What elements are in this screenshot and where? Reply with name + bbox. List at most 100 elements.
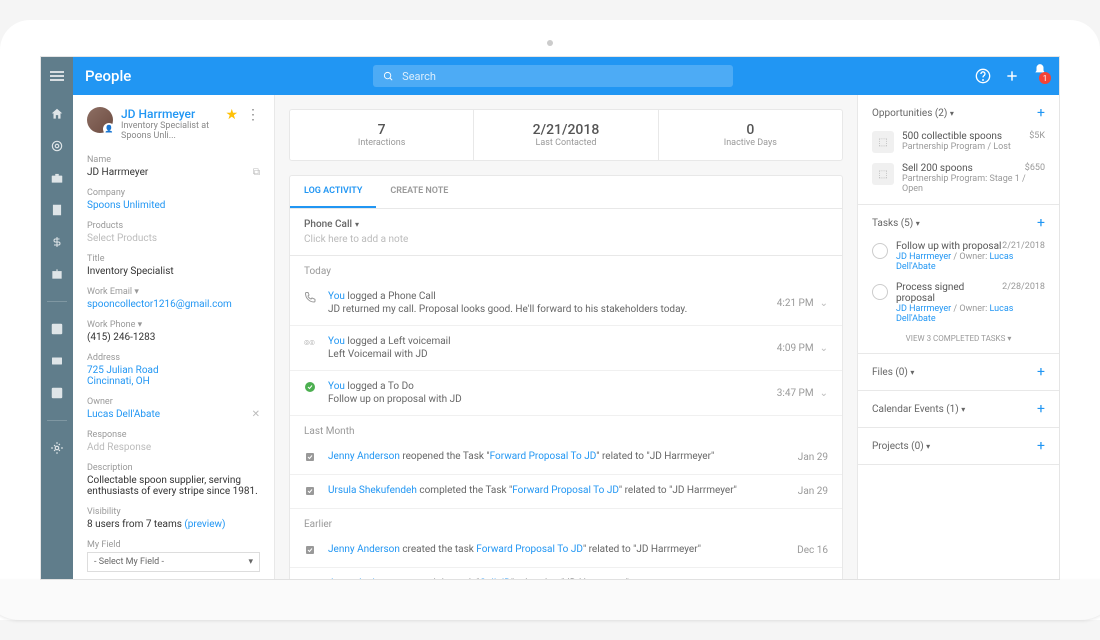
user-link[interactable]: You xyxy=(328,381,345,392)
search-input[interactable] xyxy=(402,70,723,83)
dollar-icon[interactable] xyxy=(48,233,66,251)
projects-header[interactable]: Projects (0) ▾ + xyxy=(872,438,1045,454)
chevron-down-icon[interactable]: ⌄ xyxy=(820,388,828,399)
tab-log-activity[interactable]: LOG ACTIVITY xyxy=(290,176,376,208)
target-icon[interactable] xyxy=(48,137,66,155)
log-input-area[interactable]: Phone Call ▾ Click here to add a note xyxy=(290,209,842,256)
view-completed-link[interactable]: VIEW 3 COMPLETED TASKS ▾ xyxy=(872,334,1045,343)
task-link[interactable]: Forward Proposal To JD xyxy=(476,544,583,555)
person-name[interactable]: JD Harrmeyer xyxy=(121,107,217,121)
field-label: Visibility xyxy=(87,507,260,517)
mail-icon[interactable] xyxy=(48,352,66,370)
add-event-button[interactable]: + xyxy=(1037,401,1045,417)
chevron-down-icon: ▾ xyxy=(961,405,965,414)
chevron-down-icon[interactable]: ⌄ xyxy=(820,343,828,354)
building-icon[interactable] xyxy=(48,201,66,219)
copy-icon[interactable]: ⧉ xyxy=(253,167,260,178)
close-icon[interactable]: ✕ xyxy=(252,409,260,420)
activity-type-icon xyxy=(304,291,318,315)
task-icon xyxy=(304,485,318,498)
box-icon[interactable] xyxy=(48,265,66,283)
user-link[interactable]: Jenny Anderson xyxy=(328,544,400,555)
address-link[interactable]: 725 Julian Road xyxy=(87,365,260,376)
task-link[interactable]: Forward Proposal To JD xyxy=(490,451,597,462)
task-title[interactable]: Follow up with proposal xyxy=(896,241,1001,252)
task-date: 2/21/2018 xyxy=(1002,241,1045,251)
preview-link[interactable]: (preview) xyxy=(184,519,225,530)
task-person-link[interactable]: JD Harrmeyer xyxy=(896,252,951,262)
chevron-down-icon[interactable]: ⌄ xyxy=(820,298,828,309)
task-checkbox[interactable] xyxy=(872,284,888,300)
user-link[interactable]: Ursula Shekufendeh xyxy=(328,485,417,496)
address-link[interactable]: Cincinnati, OH xyxy=(87,376,260,387)
visibility-field: 8 users from 7 teams (preview) xyxy=(87,519,260,530)
task-person-link[interactable]: JD Harrmeyer xyxy=(896,304,951,314)
search-box[interactable] xyxy=(373,65,733,87)
products-field[interactable]: Select Products xyxy=(87,233,260,244)
avatar[interactable]: 👤 xyxy=(87,107,113,133)
myfield-select[interactable]: - Select My Field -▾ xyxy=(87,552,260,572)
owner-link[interactable]: Lucas Dell'Abate xyxy=(87,409,160,420)
opportunity-sub: Partnership Program / Lost xyxy=(902,142,1045,152)
field-label: Products xyxy=(87,221,260,231)
chevron-down-icon[interactable]: ▾ xyxy=(138,320,143,330)
chart-icon[interactable] xyxy=(48,384,66,402)
user-link[interactable]: Jenny Anderson xyxy=(328,451,400,462)
contact-details-panel: 👤 JD Harrmeyer Inventory Specialist at S… xyxy=(73,95,275,579)
person-subtitle: Inventory Specialist at Spoons Unli... xyxy=(121,121,217,141)
tab-create-note[interactable]: CREATE NOTE xyxy=(376,176,462,208)
chevron-down-icon: ▾ xyxy=(950,109,954,118)
sidebar-divider xyxy=(47,301,67,302)
add-icon[interactable] xyxy=(1005,69,1019,83)
add-project-button[interactable]: + xyxy=(1037,438,1045,454)
chevron-down-icon[interactable]: ▾ xyxy=(134,287,139,297)
task-link[interactable]: Forward Proposal To JD xyxy=(512,485,619,496)
notification-badge: 1 xyxy=(1039,72,1051,84)
description-field[interactable]: Collectable spoon supplier, serving enth… xyxy=(87,475,260,497)
calendar-header[interactable]: Calendar Events (1) ▾ + xyxy=(872,401,1045,417)
name-field[interactable]: JD Harrmeyer xyxy=(87,167,148,178)
activity-time: 4:09 PM xyxy=(777,343,814,354)
field-label: Company xyxy=(87,188,260,198)
activity-description: Left Voicemail with JD xyxy=(328,349,767,360)
files-header[interactable]: Files (0) ▾ + xyxy=(872,364,1045,380)
add-task-button[interactable]: + xyxy=(1037,215,1045,231)
timeline-item: You logged a To DoFollow up on proposal … xyxy=(290,371,842,416)
email-link[interactable]: spooncollector1216@gmail.com xyxy=(87,299,260,310)
opportunity-item[interactable]: ⬚500 collectible spoons$5KPartnership Pr… xyxy=(872,131,1045,153)
phone-field[interactable]: (415) 246-1283 xyxy=(87,332,260,343)
tasks-header[interactable]: Tasks (5) ▾ + xyxy=(872,215,1045,231)
laptop-base xyxy=(0,580,1100,620)
user-link[interactable]: You xyxy=(328,291,345,302)
task-icon xyxy=(304,451,318,464)
gear-icon[interactable] xyxy=(48,439,66,457)
chevron-down-icon: ▾ xyxy=(248,557,253,567)
title-field[interactable]: Inventory Specialist xyxy=(87,266,260,277)
company-link[interactable]: Spoons Unlimited xyxy=(87,200,260,211)
briefcase-icon[interactable] xyxy=(48,169,66,187)
check-icon[interactable] xyxy=(48,320,66,338)
task-title[interactable]: Process signed proposal xyxy=(896,282,1002,304)
star-icon[interactable]: ★ xyxy=(225,107,238,141)
menu-button[interactable] xyxy=(41,57,73,95)
task-link[interactable]: Call JD xyxy=(479,578,510,579)
sidebar-divider xyxy=(47,420,67,421)
timeline-item: Jenny Anderson created the task Forward … xyxy=(290,534,842,568)
opportunity-icon: ⬚ xyxy=(872,163,894,185)
activity-type-select[interactable]: Phone Call ▾ xyxy=(304,219,828,230)
note-input[interactable]: Click here to add a note xyxy=(304,234,828,245)
response-field[interactable]: Add Response xyxy=(87,442,260,453)
task-checkbox[interactable] xyxy=(872,243,888,259)
opportunity-item[interactable]: ⬚Sell 200 spoons$650Partnership Program:… xyxy=(872,163,1045,194)
more-icon[interactable]: ⋮ xyxy=(246,107,260,141)
opportunity-title: 500 collectible spoons xyxy=(902,131,1002,142)
notifications-icon[interactable]: 1 xyxy=(1033,63,1047,89)
add-file-button[interactable]: + xyxy=(1037,364,1045,380)
task-date: 2/28/2018 xyxy=(1002,282,1045,292)
user-link[interactable]: Jenny Anderson xyxy=(328,578,400,579)
help-icon[interactable] xyxy=(975,68,991,84)
user-link[interactable]: You xyxy=(328,336,345,347)
add-opportunity-button[interactable]: + xyxy=(1037,105,1045,121)
opportunities-header[interactable]: Opportunities (2) ▾ + xyxy=(872,105,1045,121)
home-icon[interactable] xyxy=(48,105,66,123)
